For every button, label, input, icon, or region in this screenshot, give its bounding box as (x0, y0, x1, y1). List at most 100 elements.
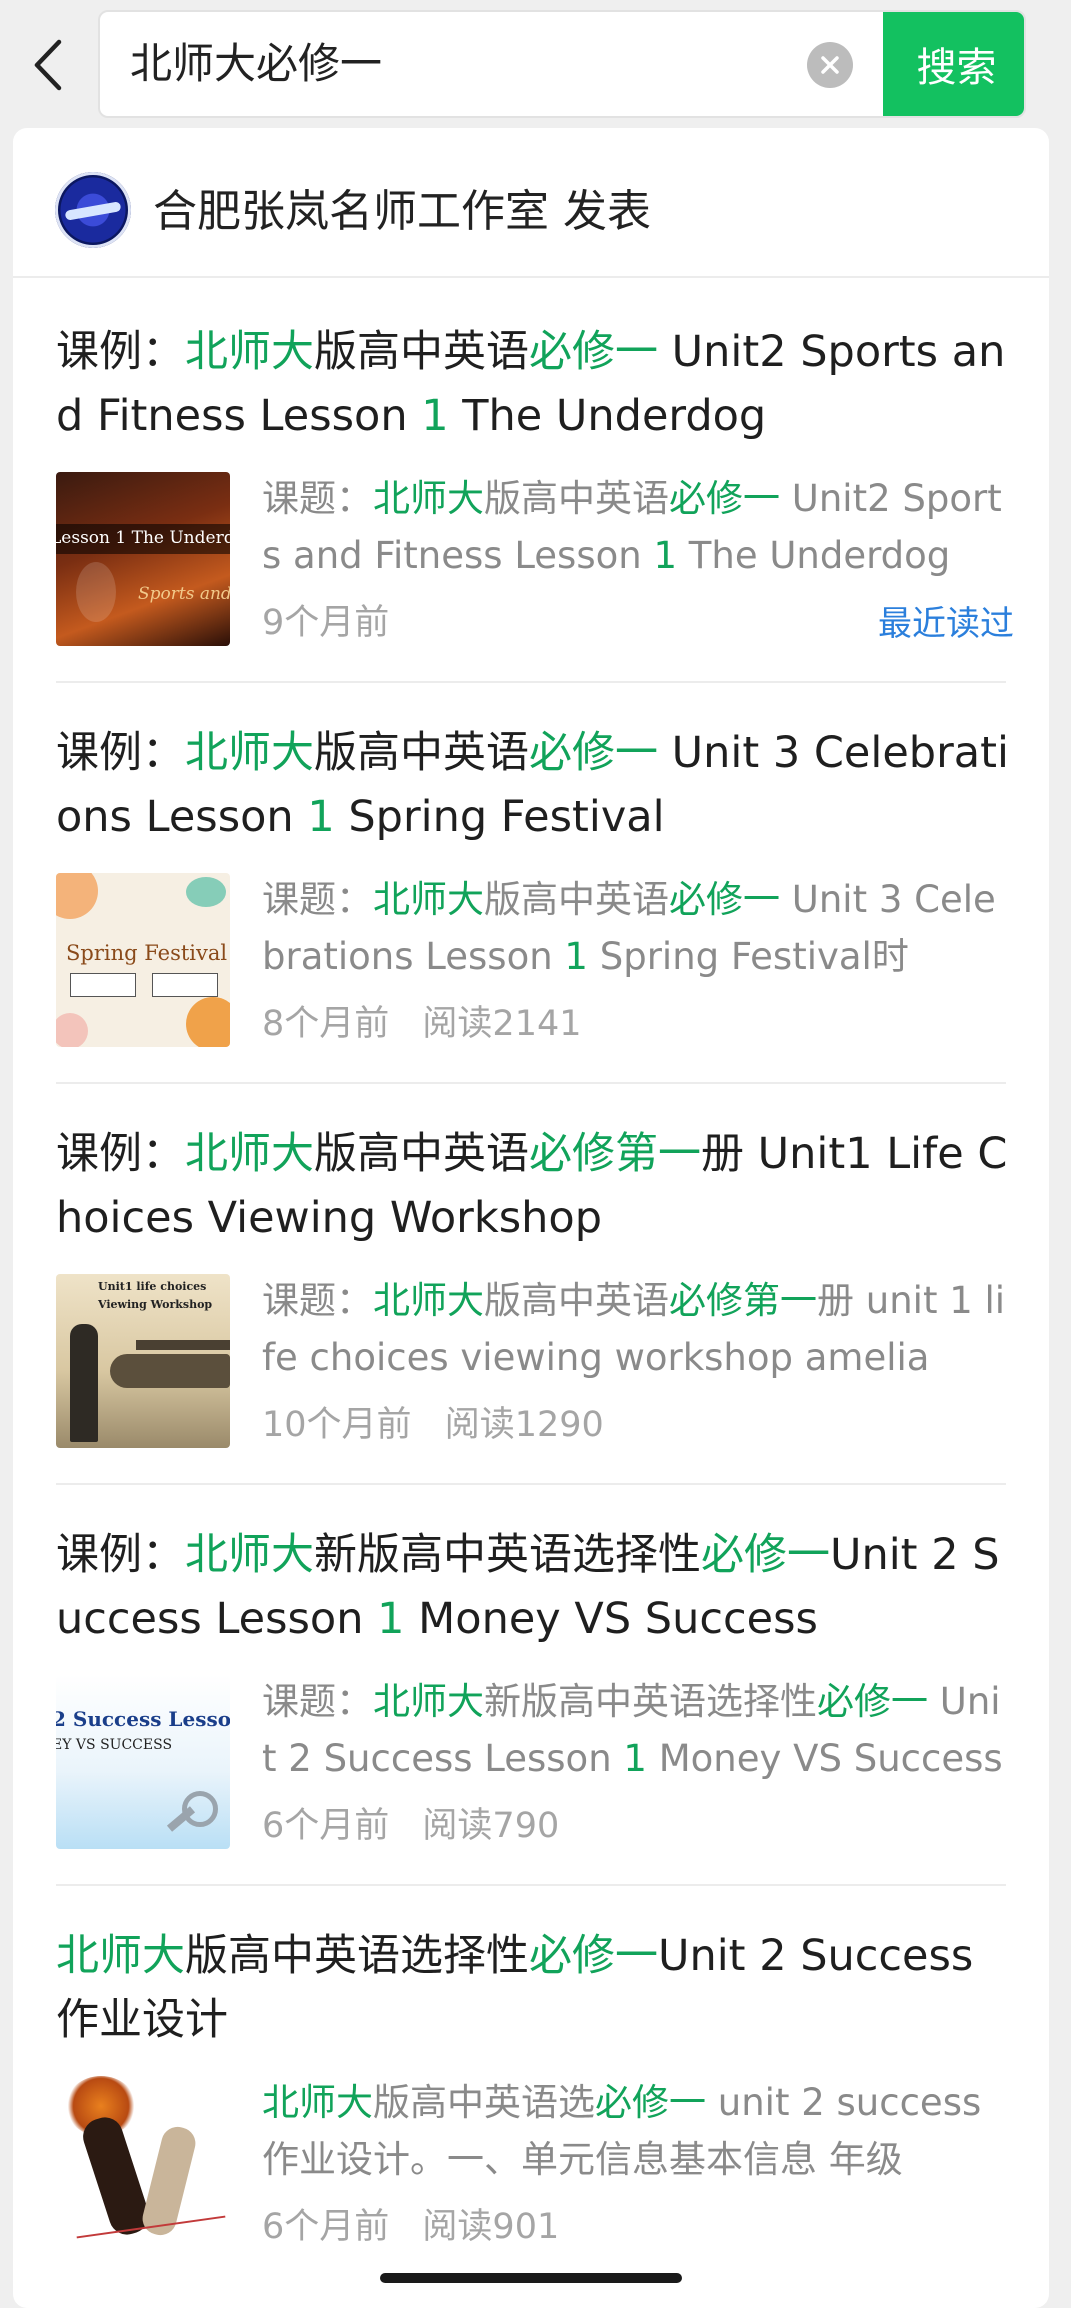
text-segment: 版高中英语 (484, 477, 669, 520)
home-indicator (380, 2273, 682, 2283)
result-thumbnail: 2 Success Lesson EY VS SUCCESS (56, 1675, 230, 1849)
text-segment: 版高中英语选 (373, 2081, 595, 2124)
text-segment: Spring Festival时 (587, 935, 909, 978)
text-segment: The Underdog (448, 391, 767, 441)
highlight-text: 必修一 (529, 728, 658, 778)
text-segment: Money VS Success (404, 1594, 818, 1644)
highlight-text: 必修第一 (529, 1129, 701, 1179)
publisher-header[interactable]: 合肥张岚名师工作室 发表 (13, 128, 1049, 278)
highlight-text: 必修一 (669, 477, 780, 520)
highlight-text: 1 (421, 391, 449, 441)
result-thumbnail (56, 2076, 230, 2250)
result-description: 北师大版高中英语选必修一 unit 2 success 作业设计。一、单元信息基… (262, 2074, 1014, 2188)
text-segment: 版高中英语 (484, 1279, 669, 1322)
top-search-bar: 搜索 (0, 0, 1071, 130)
text-segment: 课例： (56, 1129, 185, 1179)
publisher-name: 合肥张岚名师工作室 发表 (153, 186, 651, 237)
recently-read-badge: 最近读过 (878, 604, 1014, 644)
highlight-text: 必修一 (529, 1931, 658, 1981)
result-time: 9个月前 (262, 603, 390, 643)
result-title: 北师大版高中英语选择性必修一Unit 2 Success 作业设计 (56, 1924, 1016, 2052)
highlight-text: 必修一 (817, 1680, 928, 1723)
highlight-text: 北师大 (185, 1129, 314, 1179)
search-input[interactable] (100, 12, 885, 116)
text-segment: 版高中英语 (314, 1129, 529, 1179)
result-description: 课题：北师大版高中英语必修一 Unit2 Sports and Fitness … (262, 470, 1014, 584)
highlight-text: 北师大 (373, 1680, 484, 1723)
text-segment: 版高中英语选择性 (185, 1931, 529, 1981)
divider (56, 1884, 1006, 1886)
highlight-text: 必修一 (529, 327, 658, 377)
result-title: 课例：北师大版高中英语必修一 Unit2 Sports and Fitness … (56, 320, 1016, 448)
result-reads: 阅读2141 (422, 1004, 582, 1044)
result-meta: 10个月前 阅读1290 (262, 1396, 626, 1447)
highlight-text: 北师大 (56, 1931, 185, 1981)
divider (56, 681, 1006, 683)
highlight-text: 1 (377, 1594, 405, 1644)
text-segment: 新版高中英语选择性 (484, 1680, 817, 1723)
highlight-text: 北师大 (262, 2081, 373, 2124)
result-description: 课题：北师大新版高中英语选择性必修一 Unit 2 Success Lesson… (262, 1673, 1014, 1787)
text-segment: 新版高中英语选择性 (314, 1530, 701, 1580)
result-meta: 9个月前 (262, 594, 411, 645)
highlight-text: 必修一 (595, 2081, 706, 2124)
result-title: 课例：北师大新版高中英语选择性必修一Unit 2 Success Lesson … (56, 1523, 1016, 1651)
highlight-text: 1 (653, 534, 677, 577)
publisher-avatar (55, 172, 131, 248)
result-time: 6个月前 (262, 1806, 390, 1846)
text-segment: 课题： (262, 477, 373, 520)
divider (56, 1483, 1006, 1485)
highlight-text: 1 (623, 1737, 647, 1780)
result-thumbnail: Spring Festival (56, 873, 230, 1047)
result-reads: 阅读901 (422, 2207, 560, 2247)
result-meta: 6个月前 阅读790 (262, 1797, 581, 1848)
text-segment: 课例： (56, 327, 185, 377)
thumb-label: Unit1 life choices (98, 1280, 207, 1293)
result-meta: 8个月前 阅读2141 (262, 995, 604, 1046)
chevron-left-icon (34, 39, 62, 91)
thumb-label: Lesson 1 The Underdog (56, 528, 230, 548)
result-time: 6个月前 (262, 2207, 390, 2247)
result-thumbnail: Lesson 1 The Underdog Sports and (56, 472, 230, 646)
back-button[interactable] (22, 30, 74, 100)
result-reads: 阅读790 (422, 1806, 560, 1846)
text-segment: 课例： (56, 1530, 185, 1580)
search-button[interactable]: 搜索 (883, 12, 1024, 116)
text-segment: Money VS Success (646, 1737, 1003, 1780)
result-thumbnail: Unit1 life choices Viewing Workshop (56, 1274, 230, 1448)
thumb-label-2: Sports and (138, 584, 230, 604)
text-segment: Spring Festival (334, 792, 665, 842)
result-title: 课例：北师大版高中英语必修一 Unit 3 Celebrations Lesso… (56, 721, 1016, 849)
thumb-label: Spring Festival (66, 941, 228, 965)
highlight-text: 北师大 (185, 1530, 314, 1580)
result-time: 10个月前 (262, 1405, 412, 1445)
clear-icon (821, 56, 839, 74)
highlight-text: 必修一 (701, 1530, 830, 1580)
text-segment: The Underdog (677, 534, 951, 577)
results-card: 合肥张岚名师工作室 发表 课例：北师大版高中英语必修一 Unit2 Sports… (13, 128, 1049, 2308)
highlight-text: 1 (307, 792, 335, 842)
highlight-text: 北师大 (373, 878, 484, 921)
clear-button[interactable] (807, 42, 853, 88)
text-segment: 版高中英语 (484, 878, 669, 921)
text-segment: 版高中英语 (314, 327, 529, 377)
highlight-text: 必修第一 (669, 1279, 817, 1322)
result-description: 课题：北师大版高中英语必修第一册 unit 1 life choices vie… (262, 1272, 1014, 1386)
highlight-text: 必修一 (669, 878, 780, 921)
divider (56, 1082, 1006, 1084)
search-box: 搜索 (98, 10, 1026, 118)
thumb-label-2: EY VS SUCCESS (56, 1737, 173, 1753)
highlight-text: 北师大 (185, 327, 314, 377)
result-reads: 阅读1290 (444, 1405, 604, 1445)
highlight-text: 北师大 (185, 728, 314, 778)
text-segment: 版高中英语 (314, 728, 529, 778)
highlight-text: 1 (564, 935, 588, 978)
thumb-label-2: Viewing Workshop (98, 1298, 213, 1311)
result-meta: 6个月前 阅读901 (262, 2198, 581, 2249)
text-segment: 课题： (262, 1279, 373, 1322)
highlight-text: 北师大 (373, 477, 484, 520)
thumb-label: 2 Success Lesson (56, 1707, 230, 1731)
result-time: 8个月前 (262, 1004, 390, 1044)
text-segment: 课题： (262, 878, 373, 921)
result-description: 课题：北师大版高中英语必修一 Unit 3 Celebrations Lesso… (262, 871, 1014, 985)
